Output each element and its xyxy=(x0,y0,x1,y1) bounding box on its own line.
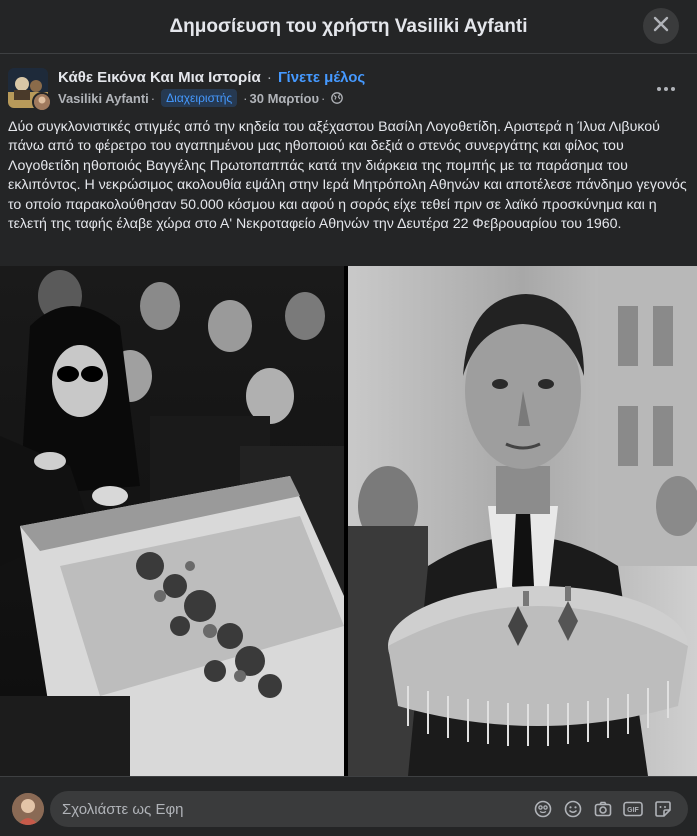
post-body-text: Δύο συγκλονιστικές στιγμές από την κηδεί… xyxy=(8,119,687,233)
sticker-icon[interactable] xyxy=(648,794,678,824)
post-photo[interactable] xyxy=(0,266,697,776)
comment-input[interactable]: Σχολιάστε ως Εφη GIF xyxy=(50,791,688,827)
separator-dot: · xyxy=(321,90,326,106)
author-name-link[interactable]: Vasiliki Ayfanti xyxy=(58,91,149,106)
join-group-link[interactable]: Γίνετε μέλος xyxy=(278,69,365,86)
post-dialog: Δημοσίευση του χρήστη Vasiliki Ayfanti Κ… xyxy=(0,0,697,836)
comment-composer: Σχολιάστε ως Εφη GIF xyxy=(0,776,697,836)
post-date-link[interactable]: 30 Μαρτίου xyxy=(250,91,320,106)
dialog-title: Δημοσίευση του χρήστη Vasiliki Ayfanti xyxy=(169,15,528,37)
current-user-avatar[interactable] xyxy=(12,793,44,825)
post-title-line: Κάθε Εικόνα Και Μια Ιστορία · Γίνετε μέλ… xyxy=(58,69,365,86)
close-icon xyxy=(651,14,671,39)
camera-icon[interactable] xyxy=(588,794,618,824)
more-options-button[interactable] xyxy=(648,70,684,106)
funeral-photo-left xyxy=(0,266,344,776)
separator-dot: · xyxy=(243,90,248,106)
gif-icon[interactable]: GIF xyxy=(618,794,648,824)
admin-badge[interactable]: Διαχειριστής xyxy=(161,89,238,107)
author-avatar[interactable] xyxy=(32,92,52,112)
comment-tools: GIF xyxy=(528,794,678,824)
close-button[interactable] xyxy=(643,8,679,44)
svg-text:GIF: GIF xyxy=(627,807,639,814)
globe-icon xyxy=(331,92,344,104)
procession-photo-right xyxy=(348,266,697,776)
separator-dot: · xyxy=(150,90,156,106)
more-icon xyxy=(656,79,676,97)
emoji-icon[interactable] xyxy=(558,794,588,824)
separator-dot: · xyxy=(266,69,272,86)
post-meta-line: Vasiliki Ayfanti · Διαχειριστής · 30 Μαρ… xyxy=(58,89,344,107)
post-header: Κάθε Εικόνα Και Μια Ιστορία · Γίνετε μέλ… xyxy=(8,66,688,112)
group-name-link[interactable]: Κάθε Εικόνα Και Μια Ιστορία xyxy=(58,69,261,86)
dialog-header: Δημοσίευση του χρήστη Vasiliki Ayfanti xyxy=(0,0,697,54)
avatar-sticker-icon[interactable] xyxy=(528,794,558,824)
comment-placeholder: Σχολιάστε ως Εφη xyxy=(62,800,184,818)
